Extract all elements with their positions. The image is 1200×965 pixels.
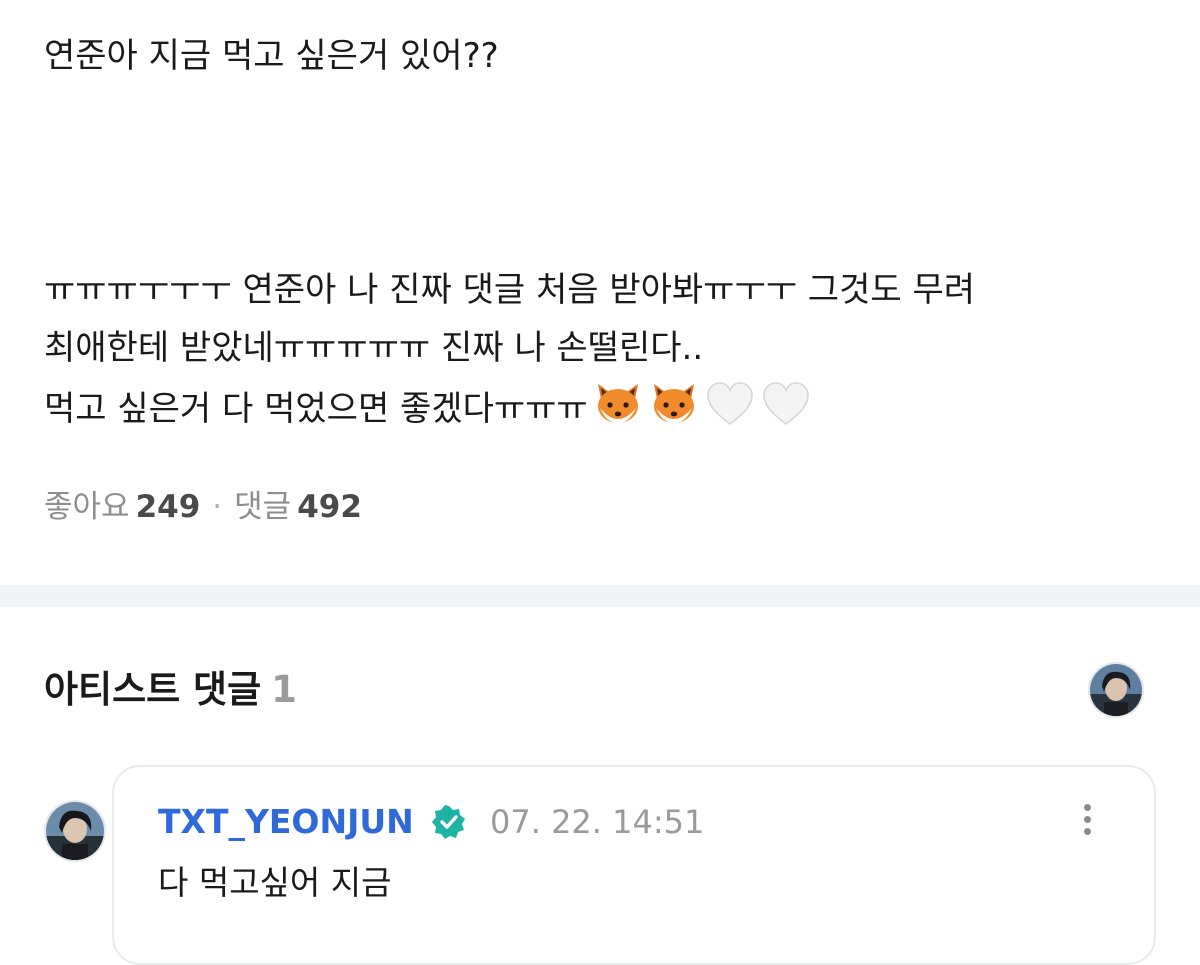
comment-text: 다 먹고싶어 지금 xyxy=(158,863,392,902)
post-text: 먹고 싶은거 다 먹었으면 좋겠다ㅠㅠㅠ xyxy=(44,389,588,429)
more-vertical-icon-dot xyxy=(1083,816,1091,823)
post-text-line: 먹고 싶은거 다 먹었으면 좋겠다ㅠㅠㅠ xyxy=(44,378,812,437)
fox-face-emoji xyxy=(653,384,694,424)
stats-separator: · xyxy=(212,489,223,525)
artist-avatar[interactable] xyxy=(1088,662,1144,718)
artist-comments-count: 1 xyxy=(271,668,297,711)
post-stats: 좋아요 249 · 댓글 492 xyxy=(44,482,362,532)
comment-author-avatar[interactable] xyxy=(44,800,106,862)
comment-timestamp: 07. 22. 14:51 xyxy=(490,803,705,841)
comment-author-name[interactable]: TXT_YEONJUN xyxy=(158,798,414,846)
white-heart-emoji xyxy=(706,382,753,426)
likes-label[interactable]: 좋아요 xyxy=(44,489,130,525)
artist-comments-title: 아티스트 댓글 1 xyxy=(44,662,297,718)
more-vertical-icon-dot xyxy=(1083,828,1091,835)
artist-comments-label: 아티스트 댓글 xyxy=(44,668,262,711)
verified-badge-icon xyxy=(432,805,465,839)
post-body: 연준아 지금 먹고 싶은거 있어?? ㅠㅠㅠㅜㅜㅜ 연준아 나 진짜 댓글 처음… xyxy=(0,0,1200,585)
more-vertical-icon-dot xyxy=(1083,804,1091,811)
avatar-image xyxy=(46,802,104,860)
post-text-line: ㅠㅠㅠㅜㅜㅜ 연준아 나 진짜 댓글 처음 받아봐ㅠㅜㅜ 그것도 무려 xyxy=(44,270,976,310)
post-text-line: 연준아 지금 먹고 싶은거 있어?? xyxy=(44,36,499,76)
white-heart-emoji xyxy=(762,382,809,426)
comments-label[interactable]: 댓글 xyxy=(234,489,291,525)
post-text-line: 최애한테 받았네ㅠㅠㅠㅠㅠ 진짜 나 손떨린다.. xyxy=(44,328,704,368)
fox-face-emoji xyxy=(597,384,638,424)
more-options-button[interactable] xyxy=(1072,800,1102,844)
avatar-image xyxy=(1090,664,1142,716)
comments-count[interactable]: 492 xyxy=(297,489,362,525)
section-divider xyxy=(0,585,1200,607)
likes-count[interactable]: 249 xyxy=(136,489,201,525)
